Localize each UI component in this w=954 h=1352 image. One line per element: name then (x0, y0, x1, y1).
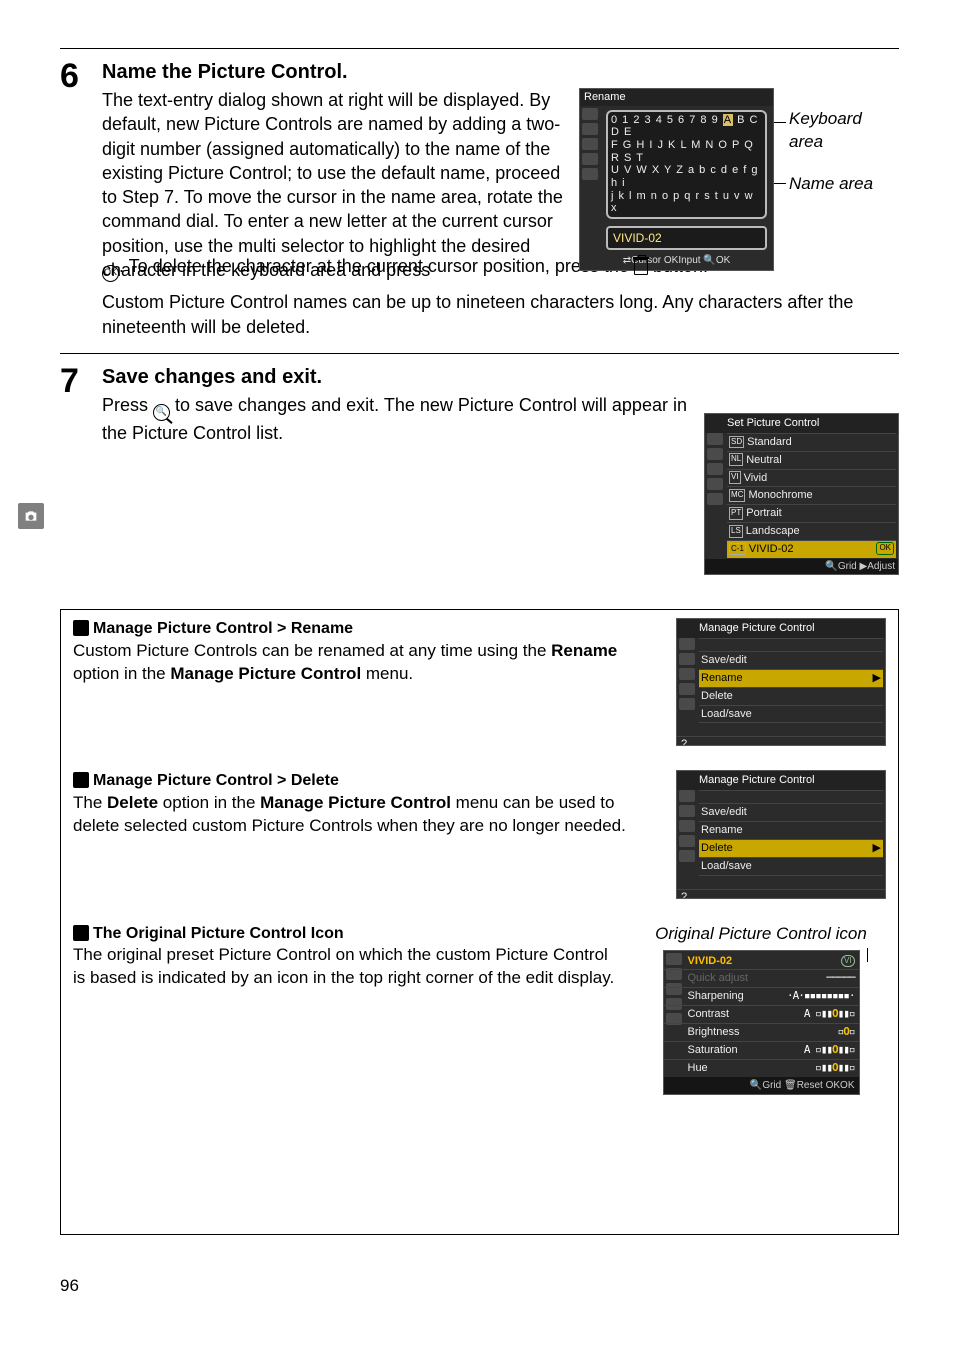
rename-screen: Rename 0 1 2 3 4 5 6 7 8 9 A B C D E F G… (579, 88, 774, 271)
screen-side-icons (582, 108, 600, 180)
menu-item: Load/save (699, 705, 883, 723)
step-number: 7 (60, 364, 88, 575)
set-pc-footer: 🔍Grid ▶Adjust (705, 559, 898, 575)
note-heading: Manage Picture Control > Delete (93, 772, 339, 789)
set-pc-title: Set Picture Control (705, 414, 898, 433)
screen-title: Manage Picture Control (677, 619, 885, 638)
note-delete: Manage Picture Control > Delete The Dele… (73, 770, 886, 898)
step-title: Name the Picture Control. (102, 59, 899, 86)
name-area: VIVID-02 (606, 226, 767, 250)
adjust-row: Sharpening·A·▪▪▪▪▪▪▪▪· (664, 987, 859, 1005)
notes-box: Manage Picture Control > Rename Custom P… (60, 609, 899, 1235)
trash-icon (634, 259, 648, 275)
menu-item: Load/save (699, 857, 883, 875)
adjust-row: ContrastA ▫▮▮O▮▮▫ (664, 1005, 859, 1023)
screen-head: VIVID-02 (688, 954, 733, 969)
pc-list-item: VIVivid (727, 469, 896, 487)
rename-footer: ⇄Cursor OKInput 🔍OK (580, 252, 773, 270)
note-text: The original preset Picture Control on w… (73, 944, 616, 990)
note-text: The Delete option in the Manage Picture … (73, 792, 656, 838)
zoom-in-icon: 🔍 (153, 404, 170, 421)
keyboard-area: 0 1 2 3 4 5 6 7 8 9 A B C D E F G H I J … (606, 110, 767, 219)
menu-item: Delete (699, 687, 883, 705)
adjust-row: Hue▫▮▮O▮▮▫ (664, 1059, 859, 1077)
step-number: 6 (60, 59, 88, 339)
camera-icon (23, 508, 39, 524)
step6-para1a: The text-entry dialog shown at right wil… (102, 90, 563, 280)
pc-list-item: NLNeutral (727, 451, 896, 469)
callout-name-area: Name area (789, 173, 873, 196)
pc-list-item: C-1VIVID-02 OK (727, 540, 896, 558)
note-rename: Manage Picture Control > Rename Custom P… (73, 618, 886, 746)
original-pc-badge: VI (841, 955, 855, 968)
rename-screen-title: Rename (580, 89, 773, 106)
menu-item: Rename▶ (699, 669, 883, 687)
step-6: 6 Name the Picture Control. The text-ent… (60, 59, 899, 339)
figure-set-picture-control: Set Picture Control SDStandardNLNeutralV… (704, 413, 899, 575)
pencil-icon (73, 620, 89, 636)
note-text: Custom Picture Controls can be renamed a… (73, 640, 656, 686)
screen-footer: 🔍Grid 🗑Reset OKOK (664, 1077, 859, 1095)
pencil-icon (73, 772, 89, 788)
pc-list-item: MCMonochrome (727, 486, 896, 504)
pc-list-item: PTPortrait (727, 504, 896, 522)
note-heading: Manage Picture Control > Rename (93, 620, 353, 637)
menu-item: Delete▶ (699, 839, 883, 857)
menu-item: Rename (699, 821, 883, 839)
note-heading: The Original Picture Control Icon (93, 925, 344, 942)
screen-title: Manage Picture Control (677, 771, 885, 790)
step7-text: Press 🔍 to save changes and exit. The ne… (102, 393, 692, 575)
step6-text-start: The text-entry dialog shown at right wil… (102, 88, 567, 282)
page-number: 96 (60, 1275, 899, 1298)
side-tab-icon (18, 503, 44, 529)
pc-list-item: LSLandscape (727, 522, 896, 540)
edit-display-screen: VIVID-02 VI Quick adjust─────Sharpening·A… (663, 950, 860, 1095)
adjust-row: Brightness▫O▫ (664, 1023, 859, 1041)
step-7: 7 Save changes and exit. Press 🔍 to save… (60, 364, 899, 575)
step6-text-rest: OK. To delete the character at the curre… (102, 254, 899, 282)
step6-para2: Custom Picture Control names can be up t… (102, 290, 899, 339)
figure-caption: Original Picture Control icon (636, 923, 886, 946)
manage-pc-screen-delete: Manage Picture Control Save/editRenameDe… (676, 770, 886, 898)
menu-item: Save/edit (699, 651, 883, 669)
pc-list-item: SDStandard (727, 433, 896, 451)
step-title: Save changes and exit. (102, 364, 899, 391)
manage-pc-screen-rename: Manage Picture Control Save/editRename▶D… (676, 618, 886, 746)
ok-icon: OK (102, 265, 119, 282)
adjust-row: Quick adjust───── (664, 969, 859, 987)
callout-keyboard-area: Keyboard area (789, 108, 899, 154)
figure-rename-dialog: Rename 0 1 2 3 4 5 6 7 8 9 A B C D E F G… (579, 88, 899, 228)
pencil-icon (73, 925, 89, 941)
note-original-icon: The Original Picture Control Icon The or… (73, 923, 886, 1095)
menu-item: Save/edit (699, 803, 883, 821)
adjust-row: SaturationA ▫▮▮O▮▮▫ (664, 1041, 859, 1059)
set-pc-list: SDStandardNLNeutralVIVividMCMonochromePT… (705, 433, 898, 559)
